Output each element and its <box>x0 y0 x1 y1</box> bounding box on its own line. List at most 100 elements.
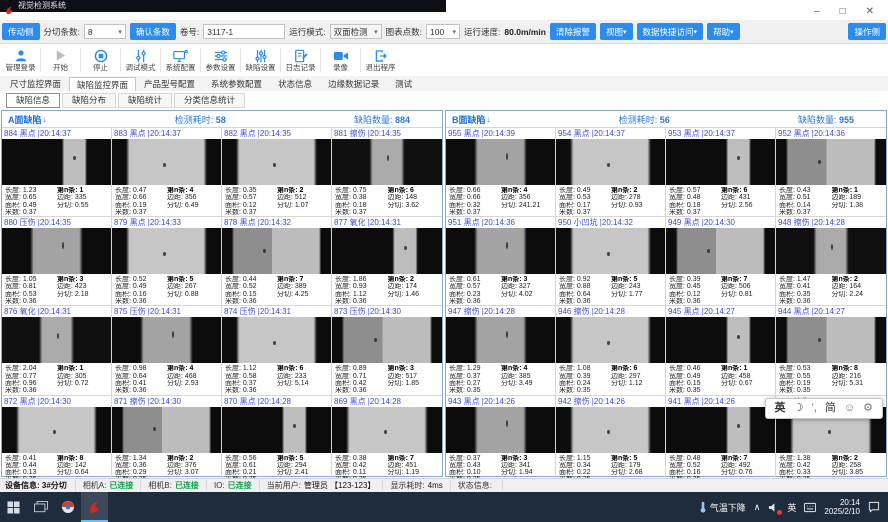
stats-left-column: 长度: 0.49宽度: 0.53面积: 0.17米数: 0.37 <box>559 187 611 216</box>
defect-cell[interactable]: 947 擦伤 |20:14:28长度: 1.29宽度: 0.37面积: 0.27… <box>446 306 556 395</box>
defect-cell[interactable]: 873 压伤 |20:14:30长度: 0.89宽度: 0.71面积: 0.42… <box>332 306 442 395</box>
ime-simplified-mode[interactable]: 简 <box>825 400 836 417</box>
stat-meter: 米数: 0.37 <box>559 209 611 216</box>
stats-left-column: 长度: 0.46宽度: 0.49面积: 0.15米数: 0.35 <box>669 365 721 394</box>
volume-icon[interactable] <box>768 502 779 513</box>
toolbar-user-button[interactable]: 管理登录 <box>2 45 39 75</box>
stats-right-column: 第n条: 8边距: 216分切: 5.31 <box>832 365 885 394</box>
ime-keyboard-icon[interactable] <box>804 502 816 513</box>
defect-cell[interactable]: 870 黑点 |20:14:28长度: 0.56宽度: 0.61面积: 0.21… <box>222 396 332 485</box>
confirm-count-button[interactable]: 确认条数 <box>130 23 176 40</box>
run-mode-select[interactable]: 双面检测 <box>330 24 382 39</box>
main-tab-7[interactable]: 测试 <box>387 76 420 91</box>
notification-center-icon[interactable] <box>868 501 880 513</box>
main-tab-5[interactable]: 状态信息 <box>270 76 320 91</box>
defect-cell[interactable]: 951 黑点 |20:14:36长度: 0.61宽度: 0.57面积: 0.23… <box>446 217 556 306</box>
stat-width: 宽度: 0.81 <box>5 283 57 290</box>
tray-expand-chevron[interactable]: ∧ <box>754 502 761 513</box>
main-tab-4[interactable]: 系统参数配置 <box>203 76 270 91</box>
data-access-menu-button[interactable]: 数据快捷访问 <box>637 23 704 40</box>
sub-tab-3[interactable]: 缺陷统计 <box>118 93 172 108</box>
stat-margin: 边距: 148 <box>388 194 441 201</box>
toolbar-defect-settings-button[interactable]: 缺陷设置 <box>242 45 279 75</box>
stat-width: 宽度: 0.49 <box>115 283 167 290</box>
ime-english-mode[interactable]: 英 <box>775 400 786 417</box>
stat-length: 长度: 0.46 <box>669 365 721 372</box>
help-menu-button[interactable]: 帮助 <box>707 23 740 40</box>
defect-cell[interactable]: 952 黑点 |20:14:36长度: 0.43宽度: 0.51面积: 0.14… <box>776 128 886 217</box>
defect-cell[interactable]: 949 黑点 |20:14:30长度: 0.39宽度: 0.45面积: 0.12… <box>666 217 776 306</box>
ime-fullwidth-moon-icon[interactable]: ☽ <box>794 400 804 417</box>
taskbar-app-browser-icon[interactable] <box>54 492 81 522</box>
stats-right-column: 第n条: 4边距: 468分切: 2.93 <box>167 365 219 394</box>
defect-cell[interactable]: 872 黑点 |20:14:30长度: 0.41宽度: 0.44面积: 0.13… <box>2 396 112 485</box>
toolbar-stop-button[interactable]: 停止 <box>82 45 119 75</box>
stat-meter: 米数: 0.36 <box>335 298 388 305</box>
ime-punctuation-icon[interactable]: ’, <box>811 400 817 417</box>
toolbar-play-button[interactable]: 开始 <box>42 45 79 75</box>
toolbar-debug-mode-button[interactable]: 调试模式 <box>122 45 159 75</box>
defect-cell[interactable]: 875 压伤 |20:14:31长度: 0.98宽度: 0.64面积: 0.41… <box>112 306 222 395</box>
main-tab-3[interactable]: 产品型号配置 <box>136 76 203 91</box>
stats-left-column: 长度: 0.52宽度: 0.49面积: 0.16米数: 0.36 <box>115 276 167 305</box>
defect-cell[interactable]: 882 黑点 |20:14:35长度: 0.35宽度: 0.57面积: 0.12… <box>222 128 332 217</box>
main-tab-6[interactable]: 边缘数据记录 <box>320 76 387 91</box>
defect-cell[interactable]: 871 擦伤 |20:14:30长度: 1.34宽度: 0.36面积: 0.29… <box>112 396 222 485</box>
defect-count-value: 884 <box>395 115 410 125</box>
task-view-button[interactable] <box>27 492 54 522</box>
defect-cell[interactable]: 880 压伤 |20:14:35长度: 1.05宽度: 0.81面积: 0.53… <box>2 217 112 306</box>
defect-cell[interactable]: 954 黑点 |20:14:37长度: 0.49宽度: 0.53面积: 0.17… <box>556 128 666 217</box>
defect-cell[interactable]: 955 黑点 |20:14:39长度: 0.66宽度: 0.66面积: 0.32… <box>446 128 556 217</box>
sub-tab-4[interactable]: 分类信息统计 <box>174 93 245 108</box>
defect-cell[interactable]: 942 擦伤 |20:14:26长度: 1.15宽度: 0.34面积: 0.22… <box>556 396 666 485</box>
defect-cell[interactable]: 879 黑点 |20:14:33长度: 0.52宽度: 0.49面积: 0.16… <box>112 217 222 306</box>
taskbar-app-inspection-icon[interactable] <box>81 492 108 522</box>
defect-cell[interactable]: 944 黑点 |20:14:27长度: 0.53宽度: 0.55面积: 0.19… <box>776 306 886 395</box>
weather-tray-item[interactable]: 气温下降 <box>699 501 746 514</box>
close-button[interactable]: ✕ <box>866 7 874 17</box>
defect-cell[interactable]: 874 压伤 |20:14:31长度: 1.12宽度: 0.58面积: 0.37… <box>222 306 332 395</box>
defect-cell[interactable]: 883 黑点 |20:14:37长度: 0.47宽度: 0.66面积: 0.19… <box>112 128 222 217</box>
ime-emoji-icon[interactable]: ☺ <box>844 400 855 417</box>
defect-cell[interactable]: 948 擦伤 |20:14:28长度: 1.47宽度: 0.41面积: 0.35… <box>776 217 886 306</box>
ime-language-indicator[interactable]: 英 <box>787 501 796 514</box>
defect-cell[interactable]: 884 黑点 |20:14:37长度: 1.23宽度: 0.65面积: 0.49… <box>2 128 112 217</box>
taskbar-clock[interactable]: 20:14 2025/2/10 <box>824 498 860 516</box>
toolbar-param-settings-button[interactable]: 参数设置 <box>202 45 239 75</box>
toolbar-divider <box>240 48 241 72</box>
defect-cell[interactable]: 945 黑点 |20:14:27长度: 0.46宽度: 0.49面积: 0.15… <box>666 306 776 395</box>
sub-tab-1[interactable]: 缺陷信息 <box>6 93 60 108</box>
defect-cell[interactable]: 878 黑点 |20:14:32长度: 0.44宽度: 0.52面积: 0.15… <box>222 217 332 306</box>
defect-cell[interactable]: 950 小凹坑 |20:14:32长度: 0.92宽度: 0.88面积: 0.6… <box>556 217 666 306</box>
toolbar-record-button[interactable]: 录像 <box>322 45 359 75</box>
minimize-button[interactable]: – <box>814 7 820 17</box>
stat-length: 长度: 0.38 <box>335 455 388 462</box>
sub-tab-2[interactable]: 缺陷分布 <box>62 93 116 108</box>
defect-cell[interactable]: 877 氧化 |20:14:31长度: 1.86宽度: 0.93面积: 1.12… <box>332 217 442 306</box>
stat-width: 宽度: 0.57 <box>449 283 501 290</box>
drive-side-button[interactable]: 传动侧 <box>2 23 40 40</box>
stat-margin: 边距: 189 <box>832 194 885 201</box>
defect-cell[interactable]: 953 黑点 |20:14:37长度: 0.57宽度: 0.48面积: 0.18… <box>666 128 776 217</box>
toolbar-log-button[interactable]: 日志记录 <box>282 45 319 75</box>
toolbar-system-config-button[interactable]: 系统配置 <box>162 45 199 75</box>
defect-cell[interactable]: 943 黑点 |20:14:26长度: 0.37宽度: 0.43面积: 0.10… <box>446 396 556 485</box>
defect-cell[interactable]: 941 黑点 |20:14:26长度: 0.48宽度: 0.52面积: 0.16… <box>666 396 776 485</box>
roll-no-input[interactable] <box>203 24 285 39</box>
view-menu-button[interactable]: 视图 <box>600 23 633 40</box>
ime-settings-gear-icon[interactable]: ⚙ <box>863 400 873 417</box>
main-tab-1[interactable]: 尺寸监控界面 <box>2 76 69 91</box>
maximize-button[interactable]: □ <box>840 7 846 17</box>
defect-cell[interactable]: 946 擦伤 |20:14:28长度: 1.08宽度: 0.39面积: 0.24… <box>556 306 666 395</box>
defect-cell[interactable]: 869 黑点 |20:14:28长度: 0.38宽度: 0.42面积: 0.11… <box>332 396 442 485</box>
chart-points-select[interactable]: 100 <box>426 24 460 39</box>
toolbar-exit-button[interactable]: 退出程序 <box>362 45 399 75</box>
clear-alarm-button[interactable]: 清除报警 <box>550 23 596 40</box>
defect-cell[interactable]: 881 擦伤 |20:14:35长度: 0.75宽度: 0.38面积: 0.18… <box>332 128 442 217</box>
start-button[interactable] <box>0 492 27 522</box>
defect-cell[interactable]: 876 氧化 |20:14:31长度: 2.04宽度: 0.77面积: 0.96… <box>2 306 112 395</box>
main-tab-2[interactable]: 缺陷监控界面 <box>69 77 136 92</box>
operator-side-button[interactable]: 操作侧 <box>848 23 886 40</box>
slit-count-select[interactable]: 8 <box>84 24 126 39</box>
stats-left-column: 长度: 0.53宽度: 0.55面积: 0.19米数: 0.35 <box>779 365 832 394</box>
